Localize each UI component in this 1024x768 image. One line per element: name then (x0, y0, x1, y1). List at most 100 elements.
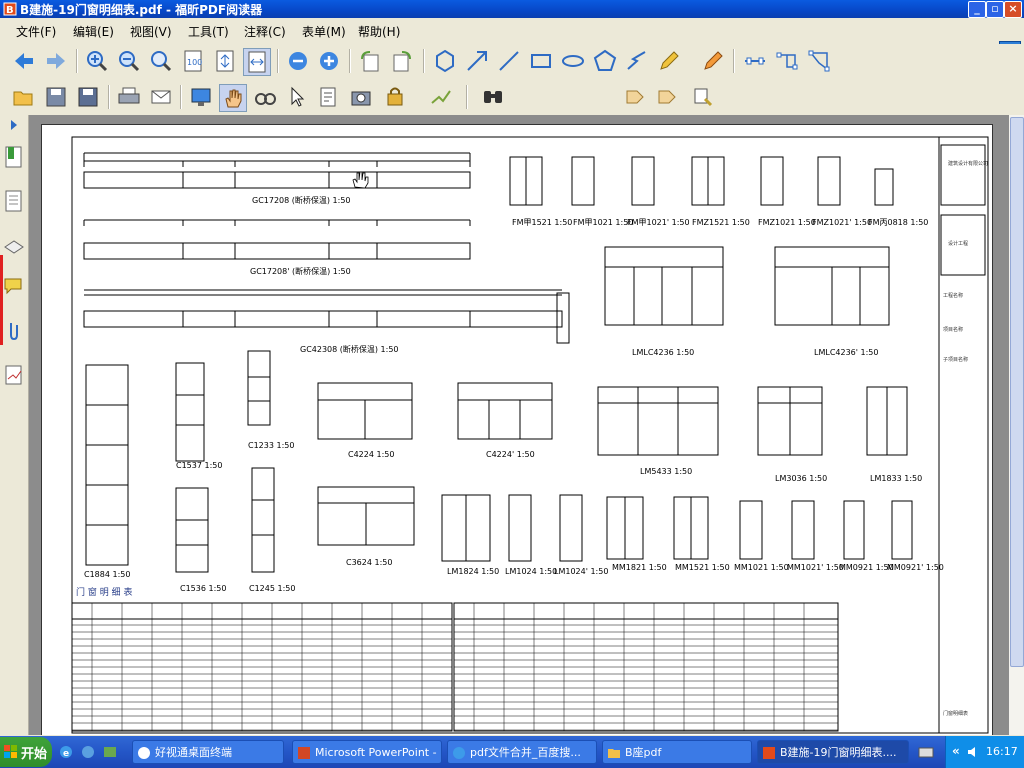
find-next-button[interactable] (654, 84, 680, 110)
titleblock-design: 设计工程 (948, 240, 968, 247)
close-button[interactable]: × (1004, 1, 1022, 18)
area-tool-button[interactable] (806, 48, 832, 74)
find-prev-button[interactable] (622, 84, 648, 110)
label-c1536: C1536 1:50 (180, 584, 226, 593)
label-lm1024-prime: LM1024' 1:50 (554, 567, 608, 576)
menu-tools[interactable]: 工具(T) (188, 23, 229, 40)
label-lm5433: LM5433 1:50 (640, 467, 692, 476)
minimize-button[interactable]: _ (968, 1, 986, 18)
titleblock-subitem: 子项目名称 (943, 356, 968, 363)
menu-file[interactable]: 文件(F) (16, 23, 56, 40)
vertical-scrollbar[interactable] (1009, 115, 1024, 735)
zoom-out-icon (119, 51, 140, 72)
signatures-tab[interactable] (3, 363, 25, 390)
label-gc17208-prime: GC17208' (断桥保温) 1:50 (250, 266, 351, 276)
zoom-out-button[interactable] (116, 48, 142, 74)
eraser-tool-button[interactable] (700, 48, 726, 74)
rectangle-tool-button[interactable] (528, 48, 554, 74)
actual-size-button[interactable]: 100 (180, 48, 206, 74)
clock[interactable]: 16:17 (986, 745, 1018, 758)
task-foxit-reader[interactable]: B建施-19门窗明细表.... (757, 740, 909, 764)
freehand-icon (627, 51, 646, 70)
toolbar-separator (180, 85, 182, 109)
comments-tab[interactable] (3, 275, 25, 302)
task-powerpoint[interactable]: Microsoft PowerPoint - ... (292, 740, 442, 764)
rms-button[interactable] (382, 84, 408, 110)
quicklaunch-desktop[interactable] (102, 744, 118, 763)
zoom-in-button[interactable] (84, 48, 110, 74)
perimeter-tool-button[interactable] (774, 48, 800, 74)
label-fm1021: FM甲1021 1:50 (573, 218, 633, 227)
task-haoshitong[interactable]: 好视通桌面终端 (132, 740, 284, 764)
find-button[interactable] (480, 84, 506, 110)
label-mm0921: MM0921 1:50 (839, 563, 894, 572)
label-lm1833: LM1833 1:50 (870, 474, 922, 483)
forward-button[interactable] (43, 48, 69, 74)
expand-panel-button[interactable] (8, 119, 20, 134)
zoom-minus-button[interactable] (285, 48, 311, 74)
polygon-tool-button[interactable] (432, 48, 458, 74)
freehand-tool-button[interactable] (624, 48, 650, 74)
zoom-area-button[interactable] (148, 48, 174, 74)
task-label: pdf文件合并_百度搜... (470, 746, 581, 759)
label-fm1021-prime: FM甲1021' 1:50 (627, 218, 690, 227)
label-fmz1021-prime: FMZ1021' 1:50 (812, 218, 872, 227)
quicklaunch-ie[interactable]: e (58, 744, 74, 763)
hand-tool-button[interactable] (219, 84, 247, 112)
restore-button[interactable]: ▫ (986, 1, 1004, 18)
tray-expand-arrow-icon[interactable]: « (952, 744, 960, 758)
label-gc17208: GC17208 (断桥保温) 1:50 (252, 195, 351, 205)
pages-tab[interactable] (3, 189, 25, 216)
task-folder-bzuo[interactable]: B座pdf (602, 740, 752, 764)
layers-tab[interactable] (3, 233, 25, 260)
distance-tool-button[interactable] (742, 48, 768, 74)
task-label: 好视通桌面终端 (155, 746, 232, 759)
back-button[interactable] (11, 48, 37, 74)
label-c1245: C1245 1:50 (249, 584, 295, 593)
volume-icon[interactable] (966, 745, 980, 759)
schedule-title: 门 窗 明 细 表 (76, 586, 132, 598)
quicklaunch-browser[interactable] (80, 744, 96, 763)
rotate-left-icon (361, 51, 379, 72)
save-as-button[interactable] (75, 84, 101, 110)
snapshot-button[interactable] (348, 84, 374, 110)
save-button[interactable] (43, 84, 69, 110)
bookmarks-tab[interactable] (3, 145, 25, 172)
pdf-page[interactable]: GC17208 (断桥保温) 1:50 GC17208' (断桥保温) 1:50… (41, 124, 993, 735)
arrow-tool-button[interactable] (464, 48, 490, 74)
line-tool-button[interactable] (496, 48, 522, 74)
menu-forms[interactable]: 表单(M) (302, 23, 346, 40)
task-label: B建施-19门窗明细表.... (780, 746, 897, 759)
search-options-button[interactable] (690, 84, 716, 110)
attachments-tab[interactable] (3, 319, 25, 346)
select-tool-button[interactable] (284, 84, 310, 110)
tray-keyboard[interactable] (918, 745, 934, 762)
sign-button[interactable] (428, 84, 454, 110)
menu-view[interactable]: 视图(V) (130, 23, 172, 40)
email-button[interactable] (148, 84, 174, 110)
fit-width-button[interactable] (243, 48, 271, 76)
toolbar-separator (349, 49, 351, 73)
document-viewer[interactable]: GC17208 (断桥保温) 1:50 GC17208' (断桥保温) 1:50… (29, 115, 1009, 735)
toolbar-separator (108, 85, 110, 109)
task-baidu-search[interactable]: pdf文件合并_百度搜... (447, 740, 597, 764)
start-button[interactable]: 开始 (0, 737, 52, 767)
fullscreen-button[interactable] (188, 84, 214, 110)
loupe-button[interactable] (252, 84, 278, 110)
open-button[interactable] (11, 84, 37, 110)
menu-help[interactable]: 帮助(H) (358, 23, 400, 40)
label-mm1521: MM1521 1:50 (675, 563, 730, 572)
pencil-tool-button[interactable] (656, 48, 682, 74)
fit-page-button[interactable] (212, 48, 238, 74)
pentagon-tool-button[interactable] (592, 48, 618, 74)
menu-edit[interactable]: 编辑(E) (73, 23, 114, 40)
print-button[interactable] (116, 84, 142, 110)
scrollbar-thumb[interactable] (1010, 117, 1024, 667)
ellipse-tool-button[interactable] (560, 48, 586, 74)
text-select-button[interactable] (316, 84, 342, 110)
label-c1884: C1884 1:50 (84, 570, 130, 579)
rotate-left-button[interactable] (357, 48, 383, 74)
zoom-plus-button[interactable] (316, 48, 342, 74)
menu-comments[interactable]: 注释(C) (244, 23, 286, 40)
rotate-right-button[interactable] (389, 48, 415, 74)
